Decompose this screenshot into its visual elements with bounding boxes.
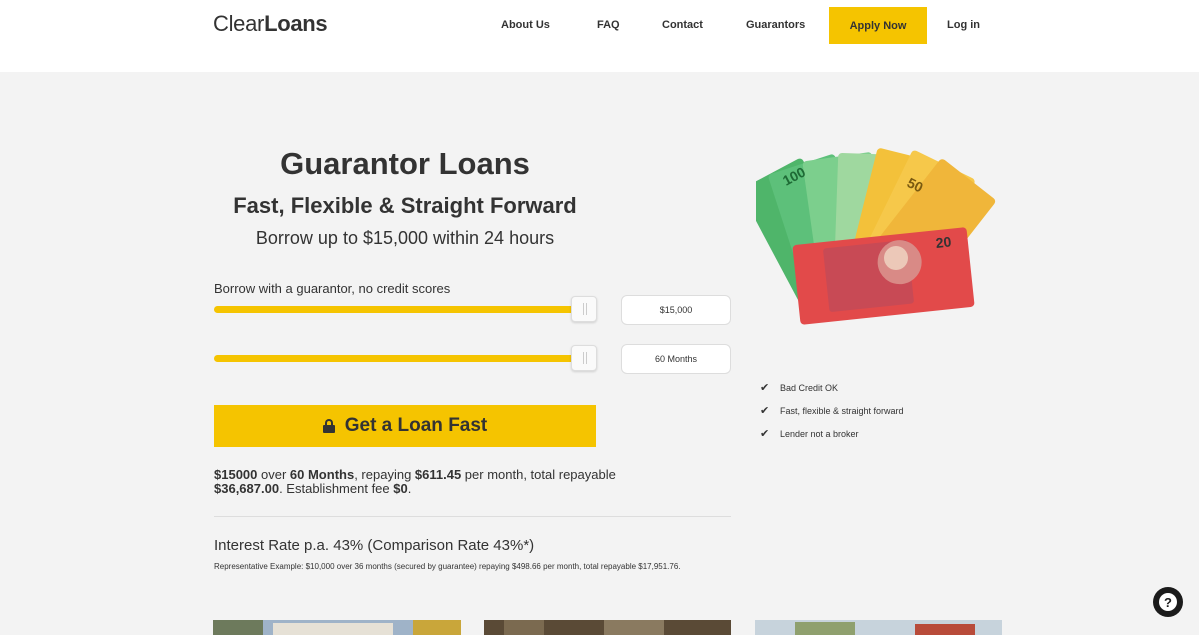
site-header: ClearLoans About Us FAQ Contact Guaranto… <box>0 0 1199 72</box>
logo[interactable]: ClearLoans <box>213 11 328 37</box>
nav-guarantors[interactable]: Guarantors <box>746 19 805 31</box>
house-photo-2 <box>484 620 731 635</box>
summary-amount: $15000 <box>214 467 258 482</box>
check-icon: ✔ <box>760 428 770 440</box>
check-icon: ✔ <box>760 382 770 394</box>
check-icon: ✔ <box>760 405 770 417</box>
svg-text:20: 20 <box>935 233 952 251</box>
get-loan-button[interactable]: Get a Loan Fast <box>214 405 596 447</box>
summary-end: . <box>407 481 412 496</box>
summary-monthly: $611.45 <box>414 467 462 482</box>
feature-text: Bad Credit OK <box>780 382 839 393</box>
term-slider-track[interactable] <box>214 355 586 362</box>
feature-text: Lender not a broker <box>780 428 859 439</box>
help-icon: ? <box>1159 593 1177 611</box>
banknotes-image: 20 100 50 <box>756 148 996 325</box>
summary-total: $36,687.00 <box>214 481 280 496</box>
logo-bold: Loans <box>264 11 328 36</box>
logo-light: Clear <box>213 11 265 36</box>
page-subtitle: Fast, Flexible & Straight Forward <box>233 193 577 218</box>
feature-item: ✔ Lender not a broker <box>760 422 904 445</box>
divider <box>214 516 731 517</box>
term-slider-handle[interactable] <box>571 345 597 371</box>
calculator-label: Borrow with a guarantor, no credit score… <box>214 281 451 296</box>
interest-rate: Interest Rate p.a. 43% (Comparison Rate … <box>214 537 535 554</box>
summary-repaying: , repaying <box>354 467 415 482</box>
summary-over: over <box>257 467 290 482</box>
nav-log-in[interactable]: Log in <box>947 19 980 31</box>
feature-item: ✔ Fast, flexible & straight forward <box>760 399 904 422</box>
page-title: Guarantor Loans <box>280 146 530 181</box>
house-photo-3 <box>755 620 1002 635</box>
summary-fee-text: . Establishment fee <box>279 481 394 496</box>
loan-summary: $15000 over 60 Months, repaying $611.45 … <box>214 468 714 496</box>
nav-faq[interactable]: FAQ <box>597 19 620 31</box>
summary-per-month: per month, total repayable <box>461 467 616 482</box>
representative-example: Representative Example: $10,000 over 36 … <box>214 562 681 571</box>
amount-slider-track[interactable] <box>214 306 586 313</box>
summary-term: 60 Months <box>289 467 355 482</box>
nav-contact[interactable]: Contact <box>662 19 703 31</box>
feature-text: Fast, flexible & straight forward <box>780 405 904 416</box>
amount-slider-handle[interactable] <box>571 296 597 322</box>
lock-icon <box>322 419 335 433</box>
amount-value-box[interactable]: $15,000 <box>621 295 731 325</box>
apply-now-button[interactable]: Apply Now <box>829 7 927 44</box>
summary-fee: $0 <box>393 481 408 496</box>
feature-list: ✔ Bad Credit OK ✔ Fast, flexible & straigh… <box>760 376 904 445</box>
get-loan-button-label: Get a Loan Fast <box>344 415 488 436</box>
house-photo-1 <box>213 620 461 635</box>
term-value-box[interactable]: 60 Months <box>621 344 731 374</box>
help-button[interactable]: ? <box>1153 587 1183 617</box>
page-tagline: Borrow up to $15,000 within 24 hours <box>255 228 555 248</box>
nav-about-us[interactable]: About Us <box>501 19 550 31</box>
feature-item: ✔ Bad Credit OK <box>760 376 904 399</box>
